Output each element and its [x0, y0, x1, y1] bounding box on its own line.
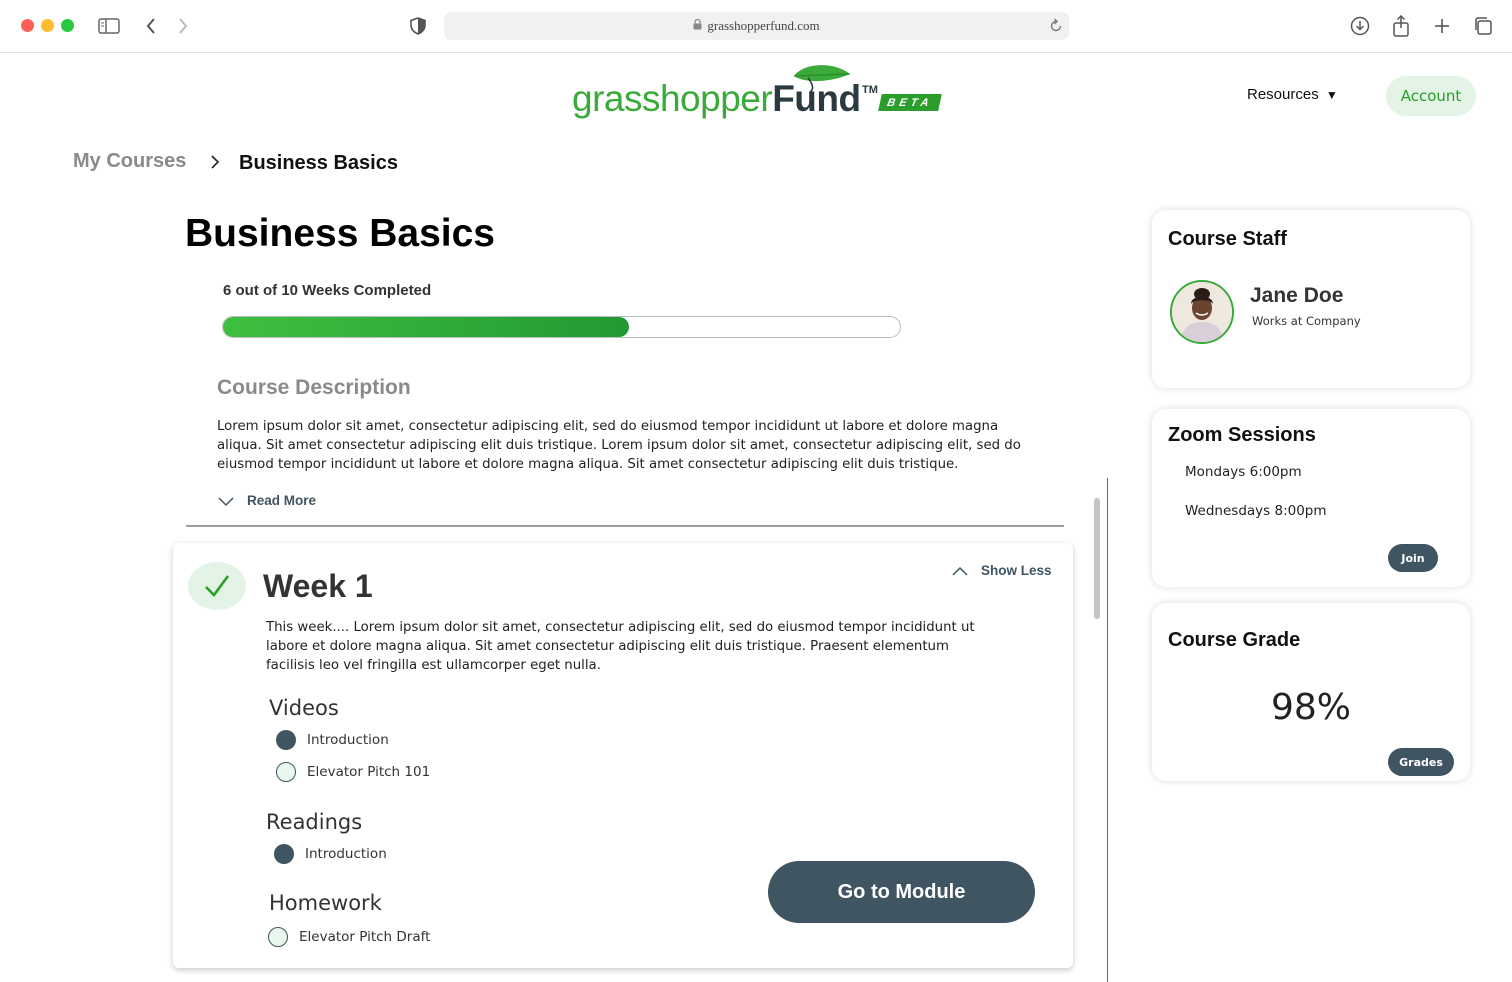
- week-card: Week 1 Show Less This week.... Lorem ips…: [173, 543, 1073, 968]
- page-title: Business Basics: [185, 212, 496, 255]
- list-item[interactable]: Elevator Pitch 101: [276, 762, 430, 782]
- item-label: Introduction: [305, 846, 387, 862]
- chevron-down-icon: [218, 496, 234, 506]
- scrollbar-thumb[interactable]: [1094, 498, 1100, 619]
- videos-heading: Videos: [269, 696, 339, 720]
- back-icon[interactable]: [139, 14, 163, 38]
- list-item[interactable]: Introduction: [276, 730, 389, 750]
- staff-role: Works at Company: [1252, 314, 1361, 328]
- url-text: grasshopperfund.com: [707, 18, 820, 33]
- zoom-session-item: Wednesdays 8:00pm: [1185, 503, 1327, 519]
- zoom-sessions-heading: Zoom Sessions: [1168, 424, 1316, 446]
- avatar[interactable]: [1170, 280, 1234, 344]
- forward-icon[interactable]: [171, 14, 195, 38]
- new-tab-icon[interactable]: [1430, 14, 1454, 38]
- chevron-right-icon: [209, 152, 221, 176]
- completed-dot-icon: [276, 730, 296, 750]
- week-description: This week.... Lorem ipsum dolor sit amet…: [266, 620, 975, 673]
- course-description-text: Lorem ipsum dolor sit amet, consectetur …: [217, 419, 1021, 472]
- address-bar[interactable]: grasshopperfund.com: [444, 12, 1069, 40]
- incomplete-dot-icon: [268, 927, 288, 947]
- item-label: Elevator Pitch 101: [307, 764, 431, 780]
- course-staff-heading: Course Staff: [1168, 228, 1287, 250]
- download-icon[interactable]: [1348, 14, 1372, 38]
- chevron-up-icon: [952, 566, 968, 576]
- list-item[interactable]: Elevator Pitch Draft: [268, 927, 430, 947]
- lock-icon: [693, 18, 702, 34]
- completed-check-icon: [188, 562, 246, 610]
- item-label: Elevator Pitch Draft: [299, 929, 431, 945]
- breadcrumb-current: Business Basics: [239, 152, 398, 174]
- resources-label: Resources: [1247, 86, 1319, 103]
- read-more-button[interactable]: Read More: [217, 493, 316, 508]
- item-label: Introduction: [307, 732, 389, 748]
- column-divider: [1107, 478, 1108, 982]
- progress-label: 6 out of 10 Weeks Completed: [223, 282, 432, 299]
- caret-down-icon: ▼: [1325, 88, 1338, 102]
- reload-icon[interactable]: [1049, 17, 1063, 37]
- show-less-label: Show Less: [981, 563, 1052, 578]
- trademark-mark: TM: [862, 84, 878, 96]
- resources-menu[interactable]: Resources ▼: [1247, 86, 1338, 103]
- staff-name: Jane Doe: [1250, 284, 1344, 307]
- zoom-window-button[interactable]: [61, 19, 74, 32]
- join-button[interactable]: Join: [1388, 544, 1438, 572]
- grades-button[interactable]: Grades: [1388, 748, 1454, 776]
- course-staff-card: Course Staff Jane Doe Works at Company: [1152, 210, 1470, 388]
- course-grade-card: Course Grade 98% Grades: [1152, 603, 1470, 781]
- minimize-window-button[interactable]: [41, 19, 54, 32]
- course-description-heading: Course Description: [217, 376, 411, 399]
- sidebar-toggle-icon[interactable]: [97, 14, 121, 38]
- course-grade-heading: Course Grade: [1168, 629, 1301, 651]
- read-more-label: Read More: [247, 493, 317, 508]
- go-to-module-button[interactable]: Go to Module: [768, 861, 1035, 923]
- homework-heading: Homework: [269, 891, 382, 915]
- tab-overview-icon[interactable]: [1471, 14, 1495, 38]
- beta-badge: BETA: [878, 94, 942, 111]
- privacy-shield-icon[interactable]: [406, 14, 430, 38]
- week-title: Week 1: [263, 568, 373, 604]
- incomplete-dot-icon: [276, 762, 296, 782]
- breadcrumb-my-courses[interactable]: My Courses: [73, 150, 186, 173]
- grade-value: 98%: [1270, 687, 1351, 728]
- readings-heading: Readings: [266, 810, 363, 834]
- show-less-button[interactable]: Show Less: [951, 563, 1052, 578]
- share-icon[interactable]: [1389, 14, 1413, 38]
- logo-wordmark: grasshopperFund: [572, 78, 861, 119]
- browser-toolbar: grasshopperfund.com: [0, 0, 1512, 53]
- progress-bar: [222, 316, 901, 338]
- account-button[interactable]: Account: [1386, 76, 1476, 116]
- section-divider: [186, 525, 1064, 527]
- person-photo-icon: [1172, 282, 1232, 342]
- zoom-sessions-card: Zoom Sessions Mondays 6:00pm Wednesdays …: [1152, 409, 1470, 587]
- list-item[interactable]: Introduction: [274, 844, 387, 864]
- zoom-session-item: Mondays 6:00pm: [1185, 464, 1302, 480]
- site-logo[interactable]: grasshopperFund TM BETA: [572, 60, 952, 126]
- close-window-button[interactable]: [21, 19, 34, 32]
- completed-dot-icon: [274, 844, 294, 864]
- progress-bar-fill: [223, 317, 630, 337]
